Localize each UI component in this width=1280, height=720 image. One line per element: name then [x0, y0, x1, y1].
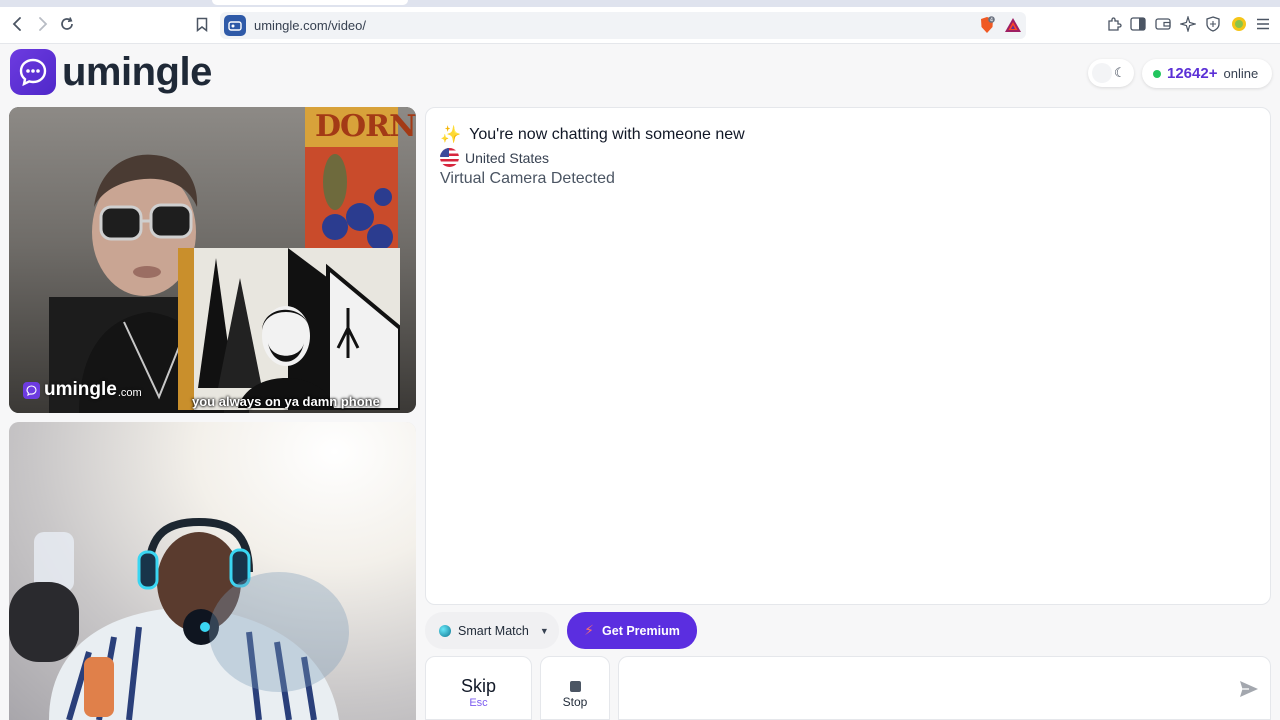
site-logo[interactable]: umingle [10, 49, 212, 95]
extensions-icon[interactable] [1105, 15, 1123, 33]
chevron-down-icon: ▼ [539, 625, 549, 636]
address-bar[interactable]: umingle.com/video/ 4 [220, 12, 1026, 39]
camera-notice: Virtual Camera Detected [440, 170, 615, 187]
chat-bubble-icon [10, 49, 56, 95]
skip-label: Skip [460, 676, 496, 696]
rewards-icon[interactable] [1004, 17, 1022, 33]
toggle-knob [1092, 63, 1112, 83]
message-composer [618, 656, 1271, 720]
globe-icon [439, 624, 451, 637]
watermark-logo-icon [23, 381, 40, 399]
stop-button[interactable]: Stop [540, 656, 610, 720]
watermark-suffix: .com [117, 387, 142, 399]
meme-caption: you always on ya damn phone [192, 394, 380, 409]
watermark-text: umingle [44, 379, 117, 400]
chat-status-text: You're now chatting with someone new [469, 126, 745, 143]
chat-log: ✨ You're now chatting with someone new U… [425, 107, 1271, 605]
back-icon[interactable] [8, 14, 28, 34]
stranger-location: United States [440, 148, 549, 167]
lightning-icon: ⚡ [584, 622, 595, 638]
stop-label: Stop [562, 695, 588, 709]
skip-shortcut: Esc [469, 697, 488, 709]
profile-icon[interactable] [1230, 15, 1248, 33]
online-count: 12642+ [1167, 65, 1218, 82]
send-icon[interactable] [1239, 680, 1259, 698]
site-camera-icon[interactable] [224, 15, 246, 36]
vpn-icon[interactable] [1204, 15, 1222, 33]
tab-strip [0, 0, 1280, 7]
forward-icon[interactable] [32, 14, 52, 34]
self-video [9, 422, 416, 720]
browser-toolbar: umingle.com/video/ 4 [0, 0, 1280, 44]
reload-icon[interactable] [57, 14, 77, 34]
url-text: umingle.com/video/ [254, 18, 366, 33]
smart-match-label: Smart Match [458, 623, 529, 638]
bookmark-icon[interactable] [192, 14, 212, 34]
online-label: online [1223, 66, 1259, 81]
dark-mode-toggle[interactable]: ☾ [1088, 59, 1134, 87]
stranger-country: United States [465, 149, 550, 166]
premium-label: Get Premium [602, 623, 680, 638]
video-watermark: umingle .com [23, 379, 142, 401]
message-input[interactable] [631, 675, 1221, 701]
svg-text:4: 4 [990, 18, 993, 24]
moon-icon: ☾ [1114, 65, 1126, 80]
brave-shields-icon[interactable]: 4 [978, 16, 996, 34]
active-tab[interactable] [212, 0, 408, 5]
menu-icon[interactable] [1254, 15, 1272, 33]
page: umingle ☾ 12642+ online DORN you always … [0, 44, 1280, 720]
online-counter: 12642+ online [1142, 59, 1272, 88]
us-flag-icon [440, 148, 459, 167]
poster-image: DORN [305, 107, 416, 259]
stop-icon [570, 681, 581, 692]
stranger-video: DORN you always on ya damn phone umingle… [9, 107, 416, 413]
smart-match-dropdown[interactable]: Smart Match ▼ [425, 612, 559, 649]
sidebar-icon[interactable] [1129, 15, 1147, 33]
sparkles-icon: ✨ [440, 125, 462, 144]
chat-status: ✨ You're now chatting with someone new [440, 125, 745, 145]
online-status-dot [1153, 69, 1161, 78]
meme-image [178, 248, 402, 412]
skip-button[interactable]: Skip Esc [425, 656, 532, 720]
self-person [9, 517, 349, 720]
leo-ai-icon[interactable] [1179, 15, 1197, 33]
get-premium-button[interactable]: ⚡ Get Premium [567, 612, 697, 649]
wallet-icon[interactable] [1154, 15, 1172, 33]
logo-text: umingle [62, 50, 212, 94]
